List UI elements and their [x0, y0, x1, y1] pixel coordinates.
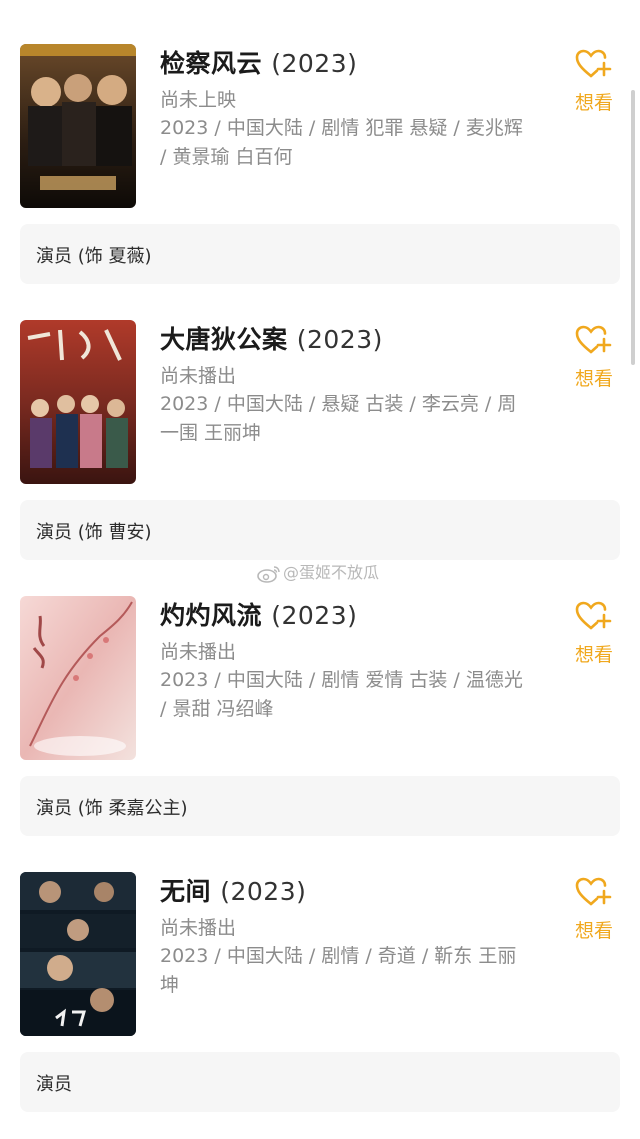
role-text: 演员: [36, 1074, 72, 1095]
want-to-watch-button[interactable]: 想看: [568, 600, 620, 667]
role-text: 演员 (饰 柔嘉公主): [36, 798, 188, 819]
watermark: @蛋姬不放瓜: [257, 559, 379, 583]
item-title[interactable]: 灼灼风流 (2023): [160, 596, 357, 632]
item-meta: 2023 / 中国大陆 / 剧情 犯罪 悬疑 / 麦兆辉 / 黄景瑜 白百何: [160, 117, 523, 168]
role-box[interactable]: 演员 (饰 柔嘉公主): [20, 776, 620, 836]
item-title[interactable]: 无间 (2023): [160, 872, 306, 908]
want-to-watch-button[interactable]: 想看: [568, 876, 620, 943]
list-item[interactable]: 灼灼风流 (2023) 尚未播出 2023 / 中国大陆 / 剧情 爱情 古装 …: [0, 552, 640, 836]
role-box[interactable]: 演员 (饰 曹安): [20, 500, 620, 560]
role-box[interactable]: 演员: [20, 1052, 620, 1112]
item-meta: 2023 / 中国大陆 / 剧情 / 奇道 / 靳东 王丽坤: [160, 945, 517, 996]
heart-plus-icon: [575, 49, 612, 78]
release-status: 尚未播出: [160, 917, 237, 939]
poster-image[interactable]: [20, 596, 136, 760]
item-meta: 2023 / 中国大陆 / 剧情 爱情 古装 / 温德光 / 景甜 冯绍峰: [160, 669, 523, 720]
want-to-watch-label: 想看: [574, 92, 613, 114]
scrollbar[interactable]: [631, 90, 635, 365]
want-to-watch-button[interactable]: 想看: [568, 324, 620, 391]
want-to-watch-label: 想看: [574, 920, 613, 942]
want-to-watch-button[interactable]: 想看: [568, 48, 620, 115]
item-title[interactable]: 大唐狄公案 (2023): [160, 320, 383, 356]
heart-plus-icon: [575, 325, 612, 354]
want-to-watch-label: 想看: [574, 368, 613, 390]
item-title[interactable]: 检察风云 (2023): [160, 44, 357, 80]
list-item[interactable]: 检察风云 (2023) 尚未上映 2023 / 中国大陆 / 剧情 犯罪 悬疑 …: [0, 0, 640, 284]
list-item[interactable]: 大唐狄公案 (2023) 尚未播出 2023 / 中国大陆 / 悬疑 古装 / …: [0, 276, 640, 560]
role-box[interactable]: 演员 (饰 夏薇): [20, 224, 620, 284]
heart-plus-icon: [575, 601, 612, 630]
weibo-logo-icon: [257, 565, 280, 583]
want-to-watch-label: 想看: [574, 644, 613, 666]
role-text: 演员 (饰 夏薇): [36, 246, 152, 267]
release-status: 尚未播出: [160, 365, 237, 387]
release-status: 尚未播出: [160, 641, 237, 663]
role-text: 演员 (饰 曹安): [36, 522, 152, 543]
list-item[interactable]: 无间 (2023) 尚未播出 2023 / 中国大陆 / 剧情 / 奇道 / 靳…: [0, 828, 640, 1112]
heart-plus-icon: [575, 877, 612, 906]
poster-image[interactable]: [20, 320, 136, 484]
release-status: 尚未上映: [160, 89, 237, 111]
item-meta: 2023 / 中国大陆 / 悬疑 古装 / 李云亮 / 周一围 王丽坤: [160, 393, 517, 444]
poster-image[interactable]: [20, 872, 136, 1036]
watermark-text: @蛋姬不放瓜: [283, 563, 380, 582]
poster-image[interactable]: [20, 44, 136, 208]
